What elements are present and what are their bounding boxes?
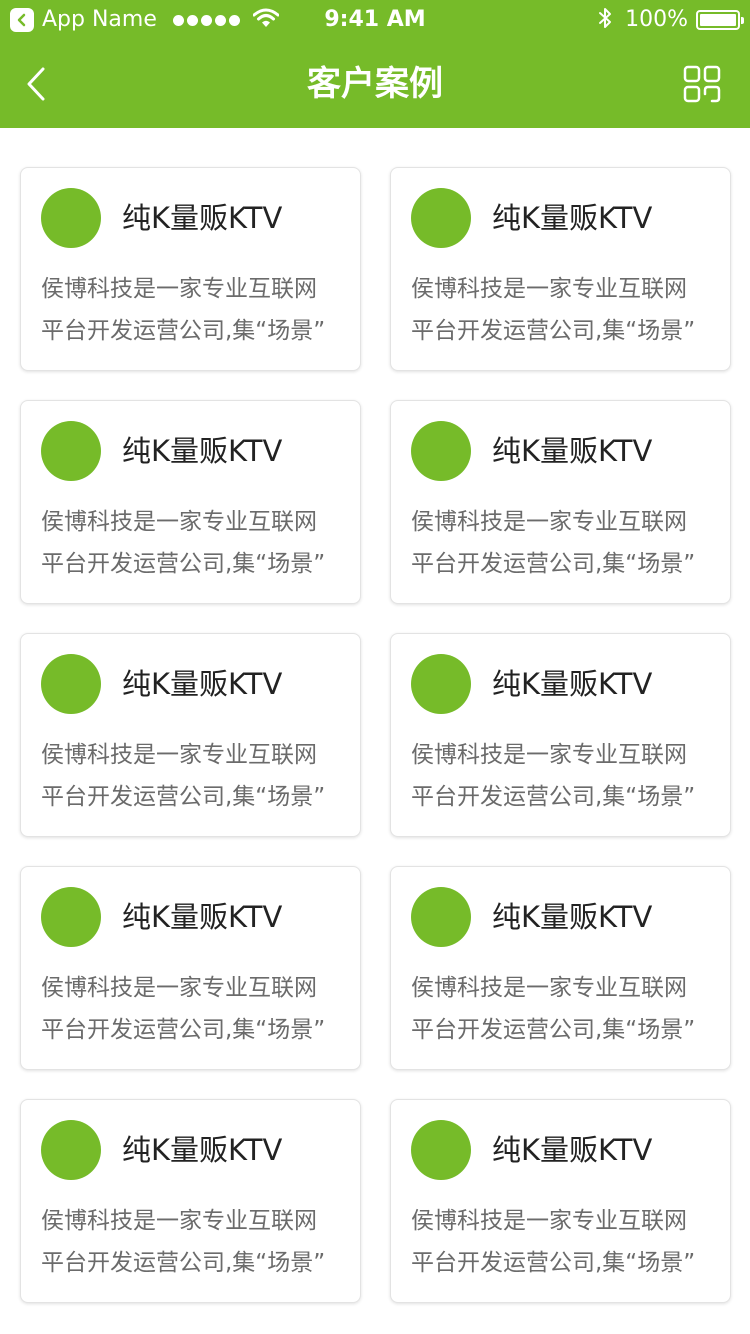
case-logo bbox=[41, 421, 101, 481]
app-screen: App Name 9:41 AM 100% 客户案例 纯K量贩KTV 侯博科技是… bbox=[0, 0, 750, 1334]
case-card[interactable]: 纯K量贩KTV 侯博科技是一家专业互联网 平台开发运营公司,集“场景” bbox=[390, 1099, 731, 1303]
case-logo bbox=[41, 654, 101, 714]
case-description: 侯博科技是一家专业互联网 平台开发运营公司,集“场景” bbox=[41, 501, 346, 585]
description-line: 平台开发运营公司,集“场景” bbox=[41, 1017, 326, 1043]
description-line: 平台开发运营公司,集“场景” bbox=[41, 551, 326, 577]
case-card[interactable]: 纯K量贩KTV 侯博科技是一家专业互联网 平台开发运营公司,集“场景” bbox=[20, 400, 361, 604]
battery-icon bbox=[696, 10, 744, 30]
case-list: 纯K量贩KTV 侯博科技是一家专业互联网 平台开发运营公司,集“场景” 纯K量贩… bbox=[20, 167, 731, 1303]
case-title: 纯K量贩KTV bbox=[122, 1133, 283, 1167]
case-logo bbox=[411, 887, 471, 947]
case-logo bbox=[411, 1120, 471, 1180]
description-line: 平台开发运营公司,集“场景” bbox=[411, 1250, 696, 1276]
case-logo bbox=[41, 188, 101, 248]
case-card[interactable]: 纯K量贩KTV 侯博科技是一家专业互联网 平台开发运营公司,集“场景” bbox=[20, 633, 361, 837]
description-line: 平台开发运营公司,集“场景” bbox=[41, 318, 326, 344]
description-line: 侯博科技是一家专业互联网 bbox=[41, 509, 317, 535]
case-logo bbox=[411, 654, 471, 714]
case-title: 纯K量贩KTV bbox=[122, 900, 283, 934]
description-line: 侯博科技是一家专业互联网 bbox=[411, 742, 687, 768]
case-title: 纯K量贩KTV bbox=[492, 667, 653, 701]
description-line: 侯博科技是一家专业互联网 bbox=[411, 1208, 687, 1234]
case-title: 纯K量贩KTV bbox=[492, 201, 653, 235]
case-card[interactable]: 纯K量贩KTV 侯博科技是一家专业互联网 平台开发运营公司,集“场景” bbox=[390, 400, 731, 604]
case-logo bbox=[41, 887, 101, 947]
case-description: 侯博科技是一家专业互联网 平台开发运营公司,集“场景” bbox=[41, 1200, 346, 1284]
case-description: 侯博科技是一家专业互联网 平台开发运营公司,集“场景” bbox=[411, 967, 716, 1051]
description-line: 平台开发运营公司,集“场景” bbox=[411, 551, 696, 577]
case-description: 侯博科技是一家专业互联网 平台开发运营公司,集“场景” bbox=[41, 967, 346, 1051]
case-title: 纯K量贩KTV bbox=[122, 667, 283, 701]
description-line: 平台开发运营公司,集“场景” bbox=[411, 784, 696, 810]
bluetooth-icon bbox=[597, 6, 613, 34]
description-line: 侯博科技是一家专业互联网 bbox=[41, 1208, 317, 1234]
status-bar: App Name 9:41 AM 100% bbox=[0, 0, 750, 40]
page-title: 客户案例 bbox=[307, 64, 443, 104]
grid-icon bbox=[683, 65, 721, 103]
header: App Name 9:41 AM 100% 客户案例 bbox=[0, 0, 750, 128]
description-line: 平台开发运营公司,集“场景” bbox=[41, 1250, 326, 1276]
case-title: 纯K量贩KTV bbox=[122, 201, 283, 235]
case-card[interactable]: 纯K量贩KTV 侯博科技是一家专业互联网 平台开发运营公司,集“场景” bbox=[20, 866, 361, 1070]
description-line: 平台开发运营公司,集“场景” bbox=[411, 1017, 696, 1043]
battery-percentage: 100% bbox=[625, 7, 688, 32]
case-description: 侯博科技是一家专业互联网 平台开发运营公司,集“场景” bbox=[411, 268, 716, 352]
case-card[interactable]: 纯K量贩KTV 侯博科技是一家专业互联网 平台开发运营公司,集“场景” bbox=[390, 866, 731, 1070]
case-card[interactable]: 纯K量贩KTV 侯博科技是一家专业互联网 平台开发运营公司,集“场景” bbox=[390, 633, 731, 837]
case-logo bbox=[41, 1120, 101, 1180]
navigation-bar: 客户案例 bbox=[0, 40, 750, 128]
case-card[interactable]: 纯K量贩KTV 侯博科技是一家专业互联网 平台开发运营公司,集“场景” bbox=[20, 1099, 361, 1303]
description-line: 侯博科技是一家专业互联网 bbox=[411, 975, 687, 1001]
status-right: 100% bbox=[597, 6, 744, 34]
description-line: 侯博科技是一家专业互联网 bbox=[411, 276, 687, 302]
case-logo bbox=[411, 421, 471, 481]
case-title: 纯K量贩KTV bbox=[492, 900, 653, 934]
description-line: 侯博科技是一家专业互联网 bbox=[41, 975, 317, 1001]
case-title: 纯K量贩KTV bbox=[122, 434, 283, 468]
case-description: 侯博科技是一家专业互联网 平台开发运营公司,集“场景” bbox=[411, 1200, 716, 1284]
case-card[interactable]: 纯K量贩KTV 侯博科技是一家专业互联网 平台开发运营公司,集“场景” bbox=[390, 167, 731, 371]
case-description: 侯博科技是一家专业互联网 平台开发运营公司,集“场景” bbox=[41, 268, 346, 352]
description-line: 平台开发运营公司,集“场景” bbox=[411, 318, 696, 344]
case-description: 侯博科技是一家专业互联网 平台开发运营公司,集“场景” bbox=[411, 501, 716, 585]
case-logo bbox=[411, 188, 471, 248]
description-line: 平台开发运营公司,集“场景” bbox=[41, 784, 326, 810]
description-line: 侯博科技是一家专业互联网 bbox=[411, 509, 687, 535]
case-description: 侯博科技是一家专业互联网 平台开发运营公司,集“场景” bbox=[41, 734, 346, 818]
case-title: 纯K量贩KTV bbox=[492, 434, 653, 468]
description-line: 侯博科技是一家专业互联网 bbox=[41, 742, 317, 768]
case-title: 纯K量贩KTV bbox=[492, 1133, 653, 1167]
description-line: 侯博科技是一家专业互联网 bbox=[41, 276, 317, 302]
grid-view-button[interactable] bbox=[682, 64, 722, 104]
case-description: 侯博科技是一家专业互联网 平台开发运营公司,集“场景” bbox=[411, 734, 716, 818]
case-card[interactable]: 纯K量贩KTV 侯博科技是一家专业互联网 平台开发运营公司,集“场景” bbox=[20, 167, 361, 371]
